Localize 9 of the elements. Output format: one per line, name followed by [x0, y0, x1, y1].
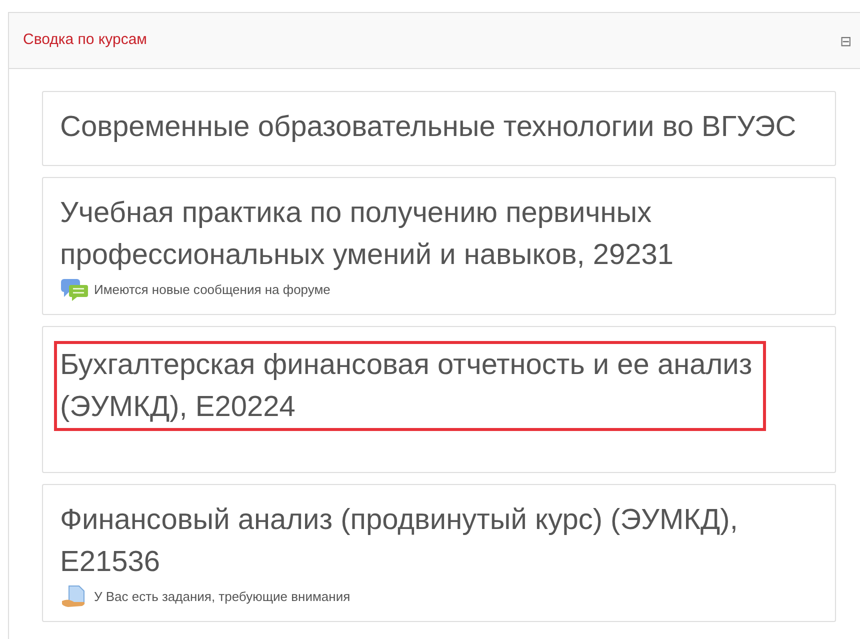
notice-link[interactable]: У Вас есть задания, требующие внимания: [94, 587, 350, 607]
notice-link[interactable]: Имеются новые сообщения на форуме: [94, 280, 330, 300]
course-title-link[interactable]: Учебная практика по получению первичных профессиональных умений и навыков, 29231: [60, 192, 819, 276]
panel-title: Сводка по курсам: [23, 30, 147, 50]
chat-bubbles-icon: [60, 278, 90, 302]
course-title-link[interactable]: Современные образовательные технологии во ВГУЭС: [60, 106, 819, 148]
course-title-link[interactable]: Финансовый анализ (продвинутый курс) (ЭУМКД), Е21536: [60, 499, 819, 583]
collapse-button[interactable]: ⊟: [840, 34, 852, 48]
course-title-link[interactable]: Бухгалтерская финансовая отчетность и ее анализ (ЭУМКД), Е20224: [60, 344, 763, 428]
